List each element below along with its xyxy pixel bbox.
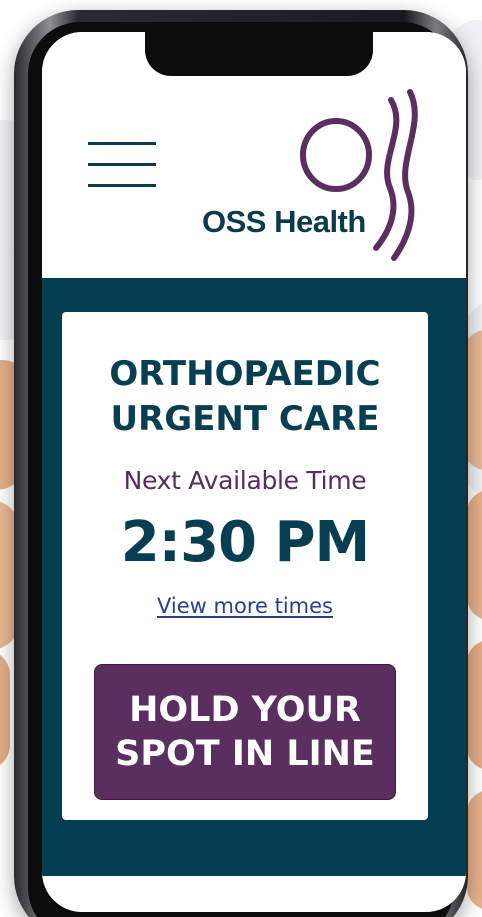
logo-mark-icon <box>300 89 418 261</box>
logo-text: OSS Health <box>202 204 366 239</box>
menu-bar <box>88 184 156 187</box>
next-available-label: Next Available Time <box>123 466 367 495</box>
phone-screen: OSS Health ORTHOPAEDIC URGENT CARE Next … <box>42 32 466 912</box>
hand-finger <box>0 650 10 770</box>
hold-button-label: SPOT IN LINE <box>115 734 375 774</box>
oss-health-logo[interactable]: OSS Health <box>200 88 440 268</box>
view-more-times-link[interactable]: View more times <box>62 594 428 618</box>
hold-your-spot-button[interactable]: HOLD YOUR SPOT IN LINE <box>94 664 396 800</box>
hand-finger <box>467 640 482 770</box>
menu-bar <box>88 142 156 145</box>
availability-card: ORTHOPAEDIC URGENT CARE Next Available T… <box>62 312 428 820</box>
stage: OSS Health ORTHOPAEDIC URGENT CARE Next … <box>0 0 482 917</box>
phone-notch <box>145 32 373 76</box>
card-title-line: ORTHOPAEDIC <box>109 354 381 394</box>
card-title: ORTHOPAEDIC URGENT CARE <box>62 352 428 442</box>
hand-finger <box>467 790 482 910</box>
hold-button-label: HOLD YOUR <box>129 690 361 730</box>
next-available-time: 2:30 PM <box>120 510 371 575</box>
hamburger-menu-icon[interactable] <box>88 142 156 188</box>
menu-bar <box>88 163 156 166</box>
hand-finger <box>467 490 482 620</box>
urgent-care-panel: ORTHOPAEDIC URGENT CARE Next Available T… <box>42 278 466 876</box>
card-title-line: URGENT CARE <box>110 399 380 439</box>
